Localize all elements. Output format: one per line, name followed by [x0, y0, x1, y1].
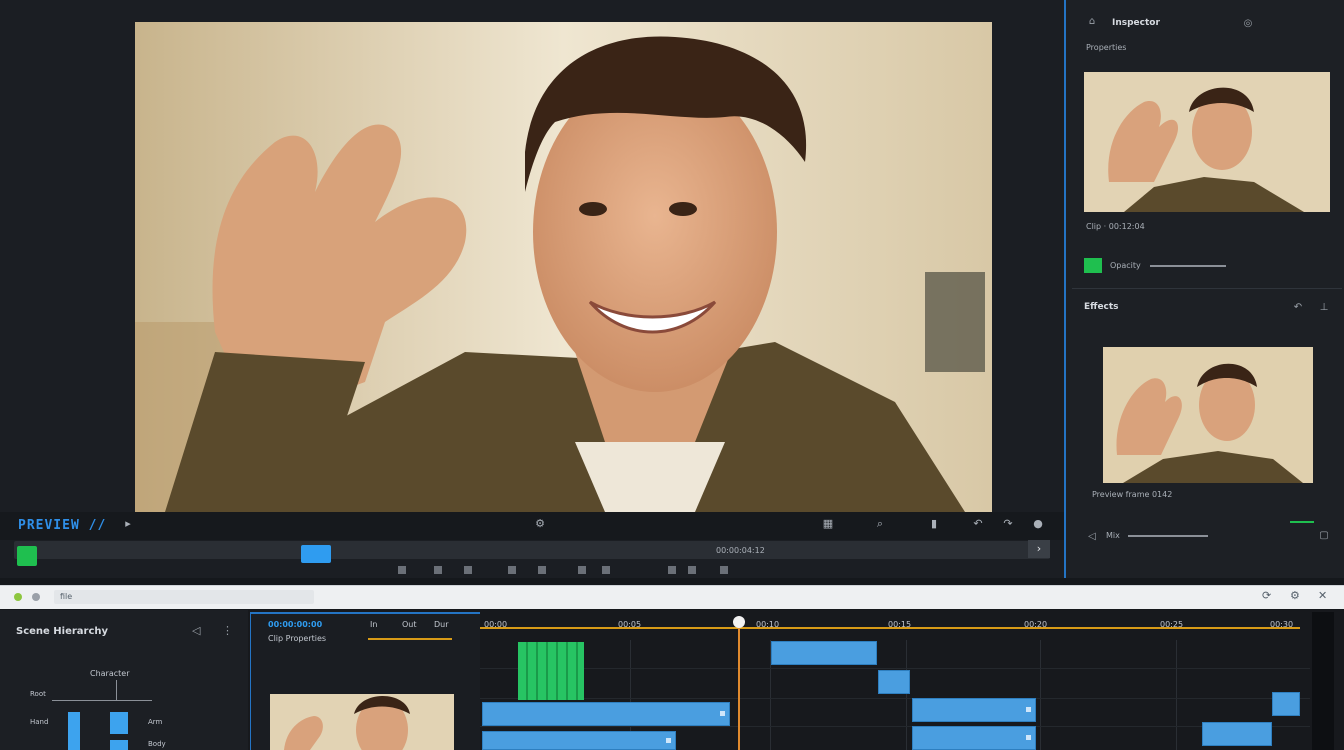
clip-range-bar	[368, 638, 452, 640]
hierarchy-row-label[interactable]: Body	[148, 740, 166, 748]
hierarchy-title: Scene Hierarchy	[16, 626, 109, 637]
audio-clip[interactable]	[518, 642, 584, 700]
timeline-ruler[interactable]	[480, 627, 1300, 629]
rec-icon[interactable]: ●	[1030, 516, 1046, 532]
effect-preview-thumbnail[interactable]	[1103, 347, 1313, 483]
inspector-subtitle: Properties	[1086, 43, 1127, 52]
playhead[interactable]	[738, 618, 740, 750]
duration-label: Dur	[434, 620, 449, 629]
undo-icon[interactable]: ↶	[970, 516, 986, 532]
timeline-clip[interactable]	[1202, 722, 1272, 746]
hierarchy-node[interactable]	[68, 712, 80, 750]
timeline-clip[interactable]	[1272, 692, 1300, 716]
hierarchy-connector	[52, 700, 152, 701]
inspector-title: Inspector	[1112, 18, 1160, 28]
opacity-slider[interactable]	[1150, 265, 1226, 267]
mix-slider[interactable]	[1128, 535, 1208, 537]
hierarchy-connector	[116, 680, 117, 700]
transport-dot[interactable]	[398, 566, 406, 574]
transport-dot[interactable]	[602, 566, 610, 574]
settings-icon[interactable]: ⚙	[1290, 589, 1300, 602]
grid-icon[interactable]: ▦	[820, 516, 836, 532]
playhead-handle[interactable]	[733, 616, 745, 628]
more-icon[interactable]: ⋮	[222, 624, 233, 637]
scrub-bar[interactable]	[14, 541, 1050, 559]
panel-divider	[1072, 288, 1342, 289]
track-divider	[480, 668, 1310, 669]
effects-section-title: Effects	[1084, 302, 1119, 312]
transport-dot[interactable]	[434, 566, 442, 574]
settings-icon[interactable]: ⚙	[532, 516, 548, 532]
home-icon[interactable]: ⌂	[1086, 16, 1098, 28]
transport-dot[interactable]	[668, 566, 676, 574]
scrub-timecode: 00:00:04:12	[716, 546, 765, 555]
clip-handle[interactable]	[1026, 735, 1031, 740]
pin-icon[interactable]: ⊥	[1318, 302, 1330, 314]
transport-dot[interactable]	[464, 566, 472, 574]
scrub-handle[interactable]	[301, 545, 331, 563]
redo-icon[interactable]: ↷	[1000, 516, 1016, 532]
back-icon[interactable]: ↶	[1292, 302, 1304, 314]
grid-line	[906, 640, 907, 750]
opacity-label: Opacity	[1110, 261, 1141, 270]
grid-line	[1176, 640, 1177, 750]
next-frame-button[interactable]: ›	[1028, 540, 1050, 558]
thumbnail-image	[1084, 72, 1330, 212]
status-dot-icon	[14, 593, 22, 601]
thumbnail-caption: Clip · 00:12:04	[1086, 222, 1145, 231]
clip-handle[interactable]	[720, 711, 725, 716]
effect-preview-image	[1103, 347, 1313, 483]
transport-dot[interactable]	[578, 566, 586, 574]
viewer-brand-label: PREVIEW //	[18, 518, 107, 533]
clip-timecode: 00:00:00:00	[268, 620, 323, 629]
close-icon[interactable]: ✕	[1318, 589, 1327, 602]
in-point-label: In	[370, 620, 378, 629]
timeline-clip[interactable]	[482, 702, 730, 726]
refresh-icon[interactable]: ⟳	[1262, 589, 1271, 602]
track-divider	[480, 698, 1310, 699]
clip-thumbnail[interactable]	[270, 694, 454, 750]
timeline-clip[interactable]	[482, 731, 676, 750]
collapse-icon[interactable]: ◁	[192, 624, 200, 637]
timeline-scrollbar[interactable]	[1312, 612, 1334, 750]
hierarchy-row-label[interactable]: Arm	[148, 718, 162, 726]
track-divider	[480, 726, 1310, 727]
play-button[interactable]	[17, 546, 37, 566]
transport-dot[interactable]	[538, 566, 546, 574]
opacity-toggle[interactable]	[1084, 258, 1102, 273]
film-icon[interactable]: ▸	[120, 516, 136, 532]
speaker-icon[interactable]: ◁	[1086, 531, 1098, 543]
transport-dot[interactable]	[688, 566, 696, 574]
transport-dot[interactable]	[508, 566, 516, 574]
out-point-label: Out	[402, 620, 417, 629]
clip-thumbnail[interactable]	[1084, 72, 1330, 212]
clip-handle[interactable]	[666, 737, 671, 743]
clip-thumbnail-image	[270, 694, 454, 750]
status-dot-icon	[32, 593, 40, 601]
timeline-clip[interactable]	[878, 670, 910, 694]
camera-icon[interactable]: ◎	[1242, 18, 1254, 30]
effect-preview-caption: Preview frame 0142	[1092, 490, 1173, 499]
timeline-clip[interactable]	[771, 641, 877, 665]
expand-icon[interactable]: ▢	[1318, 530, 1330, 542]
transport-controls	[398, 566, 738, 576]
hierarchy-row-label[interactable]: Root	[30, 690, 46, 698]
timeline-clip[interactable]	[912, 726, 1036, 750]
hierarchy-node-label: Character	[90, 669, 130, 678]
preview-image	[135, 22, 992, 512]
mix-label: Mix	[1106, 531, 1120, 540]
hierarchy-node[interactable]	[110, 712, 128, 734]
address-field[interactable]: file	[54, 590, 314, 604]
timeline-clip[interactable]	[912, 698, 1036, 722]
clip-handle[interactable]	[1026, 707, 1031, 712]
zoom-icon[interactable]: ⌕	[872, 516, 888, 532]
clip-properties-title: Clip Properties	[268, 634, 327, 643]
active-indicator	[1290, 521, 1314, 523]
hierarchy-node[interactable]	[110, 740, 128, 750]
video-preview[interactable]	[135, 22, 992, 512]
transport-dot[interactable]	[720, 566, 728, 574]
hierarchy-row-label[interactable]: Hand	[30, 718, 48, 726]
meter-icon[interactable]: ▮	[926, 516, 942, 532]
grid-line	[1040, 640, 1041, 750]
